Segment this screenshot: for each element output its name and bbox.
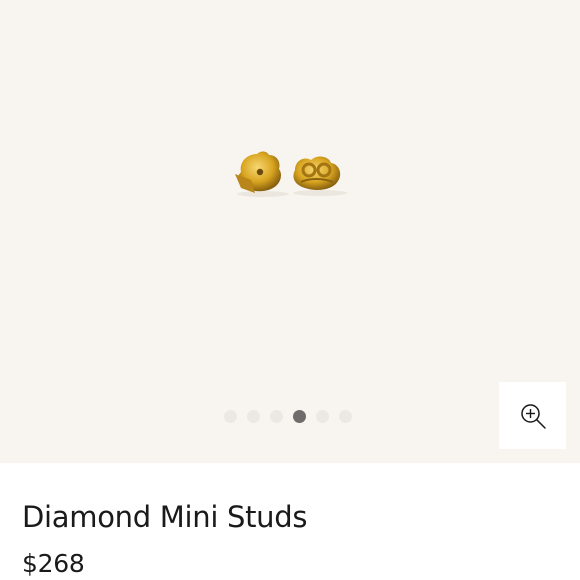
carousel-dot[interactable] xyxy=(339,409,352,423)
carousel-dot[interactable] xyxy=(293,409,306,423)
product-title: Diamond Mini Studs xyxy=(22,500,308,534)
carousel-dot[interactable] xyxy=(247,409,260,423)
zoom-button[interactable] xyxy=(499,382,566,449)
product-image xyxy=(235,151,347,197)
product-image-gallery[interactable] xyxy=(0,0,580,463)
product-price: $268 xyxy=(22,549,85,578)
carousel-indicators xyxy=(224,409,352,423)
carousel-dot[interactable] xyxy=(270,409,283,423)
carousel-dot[interactable] xyxy=(224,409,237,423)
carousel-dot[interactable] xyxy=(316,409,329,423)
zoom-in-icon xyxy=(520,403,546,429)
